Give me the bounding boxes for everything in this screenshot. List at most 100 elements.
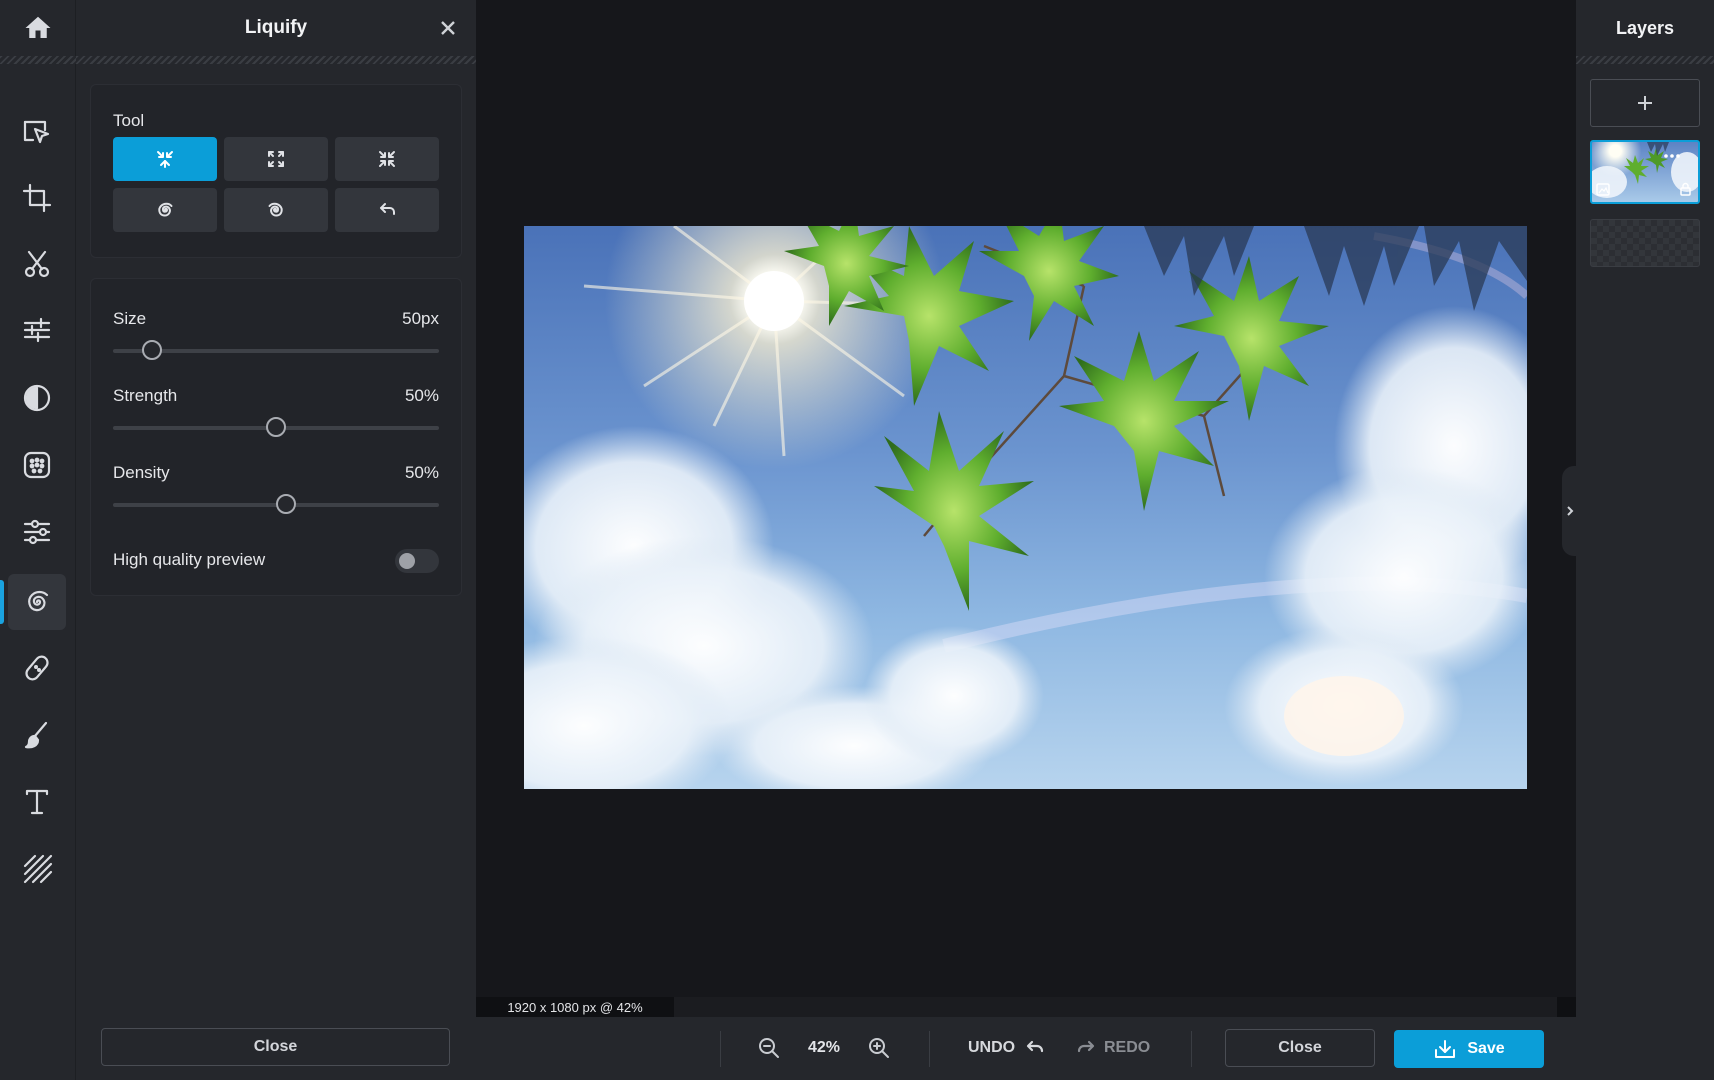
shrink-icon	[379, 151, 395, 167]
tool-heal[interactable]	[8, 640, 66, 696]
settings-card: Size 50px Strength 50% Density 50% High …	[90, 278, 462, 596]
size-label: Size	[113, 309, 147, 328]
layers-divider	[1576, 56, 1714, 64]
panel-close-footer-button[interactable]: Close	[101, 1028, 450, 1066]
canvas-status-strip-end	[1557, 997, 1577, 1017]
close-button[interactable]: Close	[1225, 1029, 1375, 1067]
panel-title: Liquify	[244, 17, 308, 38]
undo-button[interactable]: UNDO	[968, 1037, 1045, 1059]
bandage-icon	[25, 655, 49, 681]
contrast-icon	[23, 384, 51, 412]
layers-panel: Layers	[1576, 0, 1714, 1080]
home-button[interactable]	[0, 0, 76, 56]
zoom-in-button[interactable]	[868, 1037, 890, 1064]
expand-icon	[268, 151, 284, 167]
brush-icon	[24, 721, 48, 749]
strength-value: 50%	[404, 386, 439, 405]
tool-card: Tool	[90, 84, 462, 258]
hq-preview-label: High quality preview	[113, 550, 266, 569]
liquify-panel: Liquify Tool Size 50px Strength 50% Dens…	[76, 0, 476, 1080]
panel-header: Liquify	[76, 0, 476, 56]
zoom-level[interactable]: 42%	[808, 1039, 840, 1057]
twirl-left-tool-button[interactable]	[224, 188, 328, 232]
toolbar-separator	[929, 1031, 930, 1067]
density-slider-handle[interactable]	[275, 494, 296, 514]
app-root: Liquify Tool Size 50px Strength 50% Dens…	[0, 0, 1714, 1080]
size-slider-handle[interactable]	[142, 340, 163, 360]
size-value: 50px	[402, 309, 439, 328]
sliders-icon	[23, 317, 51, 343]
dots-grid-icon	[23, 451, 51, 479]
tool-adjust[interactable]	[8, 302, 66, 358]
undo-icon	[1027, 1040, 1044, 1053]
twirl-right-icon	[158, 202, 173, 217]
tool-arrange[interactable]	[8, 104, 66, 160]
plus-icon	[1638, 96, 1652, 110]
density-value: 50%	[404, 463, 439, 482]
tool-filters[interactable]	[8, 437, 66, 493]
tool-liquify[interactable]	[8, 574, 66, 630]
shrink-tool-button[interactable]	[335, 137, 439, 181]
save-label: Save	[1467, 1040, 1505, 1057]
strength-slider[interactable]	[113, 417, 439, 437]
panel-divider	[76, 56, 476, 64]
toolbar-separator	[1191, 1031, 1192, 1067]
twirl-right-tool-button[interactable]	[113, 188, 217, 232]
tool-label: Tool	[113, 111, 145, 130]
close-icon	[441, 21, 455, 35]
spiral-icon	[28, 590, 49, 612]
text-icon	[25, 789, 49, 815]
redo-icon	[1077, 1040, 1095, 1053]
tool-effects[interactable]	[8, 370, 66, 426]
chevron-right-icon	[1567, 506, 1574, 516]
strength-slider-handle[interactable]	[266, 417, 286, 437]
active-tool-indicator	[0, 580, 4, 624]
tool-retouch[interactable]	[8, 504, 66, 560]
undo-icon	[380, 203, 395, 215]
toolbar-separator	[720, 1031, 721, 1067]
redo-label: REDO	[1104, 1039, 1151, 1056]
strength-label: Strength	[113, 386, 178, 405]
push-tool-button[interactable]	[113, 137, 217, 181]
layers-title: Layers	[1615, 17, 1675, 38]
rail-divider	[0, 56, 76, 64]
home-icon	[25, 16, 51, 38]
toggle-knob	[399, 553, 415, 569]
stripes-icon	[23, 854, 53, 884]
tool-rail	[0, 0, 76, 1080]
download-icon	[1435, 1040, 1456, 1058]
tool-overlay[interactable]	[8, 840, 66, 896]
zoom-out-button[interactable]	[758, 1037, 780, 1064]
reconstruct-tool-button[interactable]	[335, 188, 439, 232]
undo-label: UNDO	[968, 1039, 1016, 1056]
size-slider[interactable]	[113, 340, 439, 360]
save-button[interactable]: Save	[1394, 1030, 1544, 1068]
canvas-size-readout: 1920 x 1080 px @ 42%	[476, 997, 674, 1017]
canvas-image[interactable]	[524, 226, 1527, 789]
layer-item-image[interactable]	[1590, 140, 1700, 204]
zoom-in-icon	[869, 1038, 889, 1058]
expand-tool-button[interactable]	[224, 137, 328, 181]
add-layer-button[interactable]	[1590, 79, 1700, 127]
layer-item-empty[interactable]	[1590, 219, 1700, 267]
tool-crop[interactable]	[8, 170, 66, 226]
zoom-out-icon	[759, 1038, 779, 1058]
scissors-icon	[24, 250, 50, 278]
retouch-icon	[23, 519, 51, 545]
canvas-status-strip	[674, 997, 1558, 1017]
push-icon	[157, 151, 173, 168]
canvas-area[interactable]	[476, 0, 1576, 1015]
tool-draw[interactable]	[8, 707, 66, 763]
tool-cutout[interactable]	[8, 236, 66, 292]
photo-artwork	[524, 226, 1527, 789]
select-arrow-icon	[23, 120, 50, 144]
redo-button[interactable]: REDO	[1076, 1037, 1150, 1059]
panel-close-button[interactable]	[434, 14, 462, 42]
density-slider[interactable]	[113, 494, 439, 514]
hq-preview-toggle[interactable]	[395, 549, 439, 573]
density-label: Density	[113, 463, 170, 482]
tool-text[interactable]	[8, 774, 66, 830]
crop-icon	[22, 183, 52, 213]
layer-thumbnail	[1592, 142, 1698, 198]
twirl-left-icon	[268, 202, 283, 217]
